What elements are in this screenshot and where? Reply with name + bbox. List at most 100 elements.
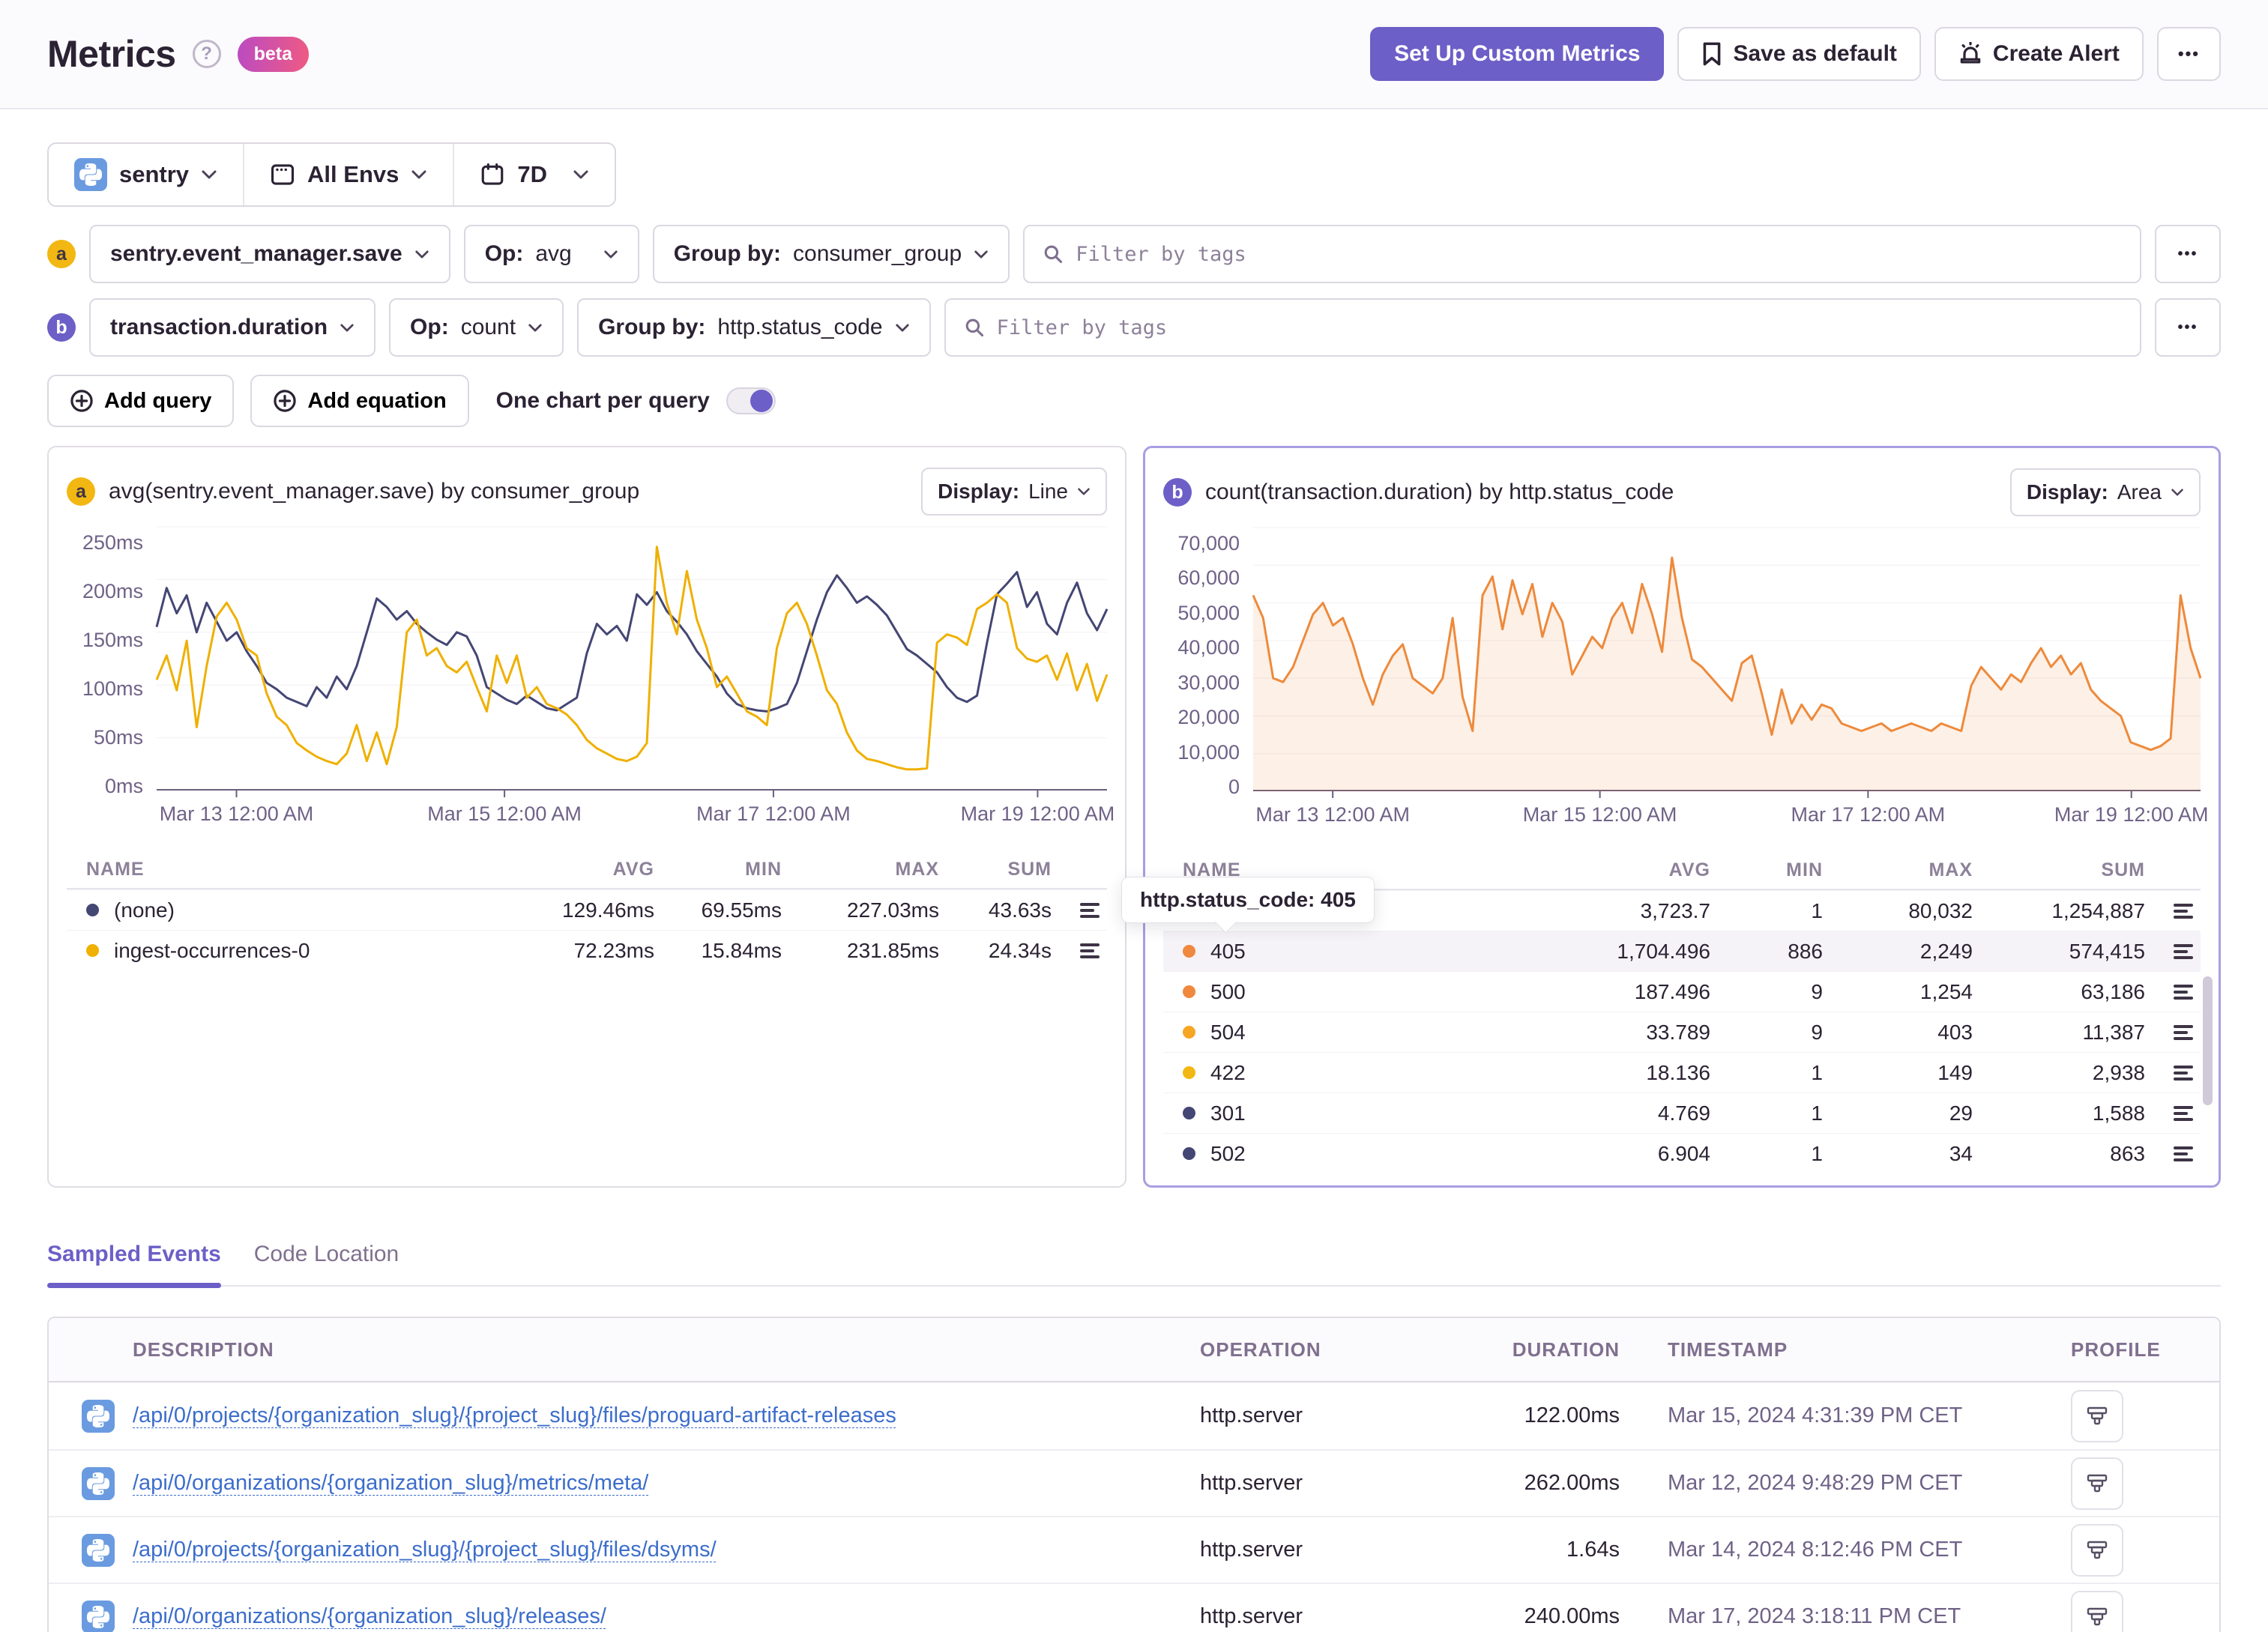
event-row: /api/0/organizations/{organization_slug}… [49, 1583, 2219, 1632]
tag-filter-input-b[interactable] [996, 315, 2122, 339]
summary-row-none[interactable]: (none) 129.46ms 69.55ms 227.03ms 43.63s [67, 889, 1107, 930]
groupby-select-a[interactable]: Group by: consumer_group [652, 225, 1010, 283]
create-alert-label: Create Alert [1992, 41, 2120, 66]
flamechart-icon [2087, 1474, 2108, 1492]
profile-button[interactable] [2071, 1590, 2123, 1632]
query-badge-a[interactable]: a [47, 240, 76, 268]
chart-b-title: count(transaction.duration) by http.stat… [1205, 480, 1674, 504]
row-options-icon[interactable] [2145, 982, 2201, 1002]
page-title: Metrics [47, 33, 176, 75]
groupby-label: Group by: [598, 315, 706, 339]
tag-filter-input-a[interactable] [1076, 242, 2122, 266]
date-range-selector[interactable]: 7D [453, 144, 615, 205]
query-badge-b[interactable]: b [47, 313, 76, 342]
environment-selector[interactable]: All Envs [243, 144, 453, 205]
chart-a-plot[interactable] [157, 527, 1107, 791]
chart-b-badge: b [1163, 478, 1192, 507]
op-select-b[interactable]: Op: count [389, 298, 564, 357]
op-label: Op: [484, 241, 524, 266]
table-scrollbar[interactable] [2203, 976, 2213, 1105]
toggle-knob [750, 390, 773, 412]
series-dot [86, 944, 99, 957]
summary-row-ingest[interactable]: ingest-occurrences-0 72.23ms 15.84ms 231… [67, 930, 1107, 970]
add-query-button[interactable]: Add query [47, 375, 235, 427]
metric-select-b[interactable]: transaction.duration [89, 298, 376, 357]
event-description-link[interactable]: /api/0/organizations/{organization_slug}… [133, 1471, 648, 1495]
header-overflow-button[interactable]: ••• [2156, 27, 2221, 81]
summary-row-500[interactable]: 500 187.496 9 1,254 63,186 [1163, 971, 2201, 1012]
add-query-label: Add query [104, 388, 212, 413]
chart-a-display-select[interactable]: Display: Line [921, 468, 1107, 516]
chevron-down-icon [411, 170, 426, 179]
tag-filter-a [1023, 225, 2141, 283]
row-options-icon[interactable] [2145, 942, 2201, 961]
chevron-down-icon [2171, 489, 2183, 496]
add-equation-button[interactable]: Add equation [250, 375, 469, 427]
help-icon[interactable]: ? [192, 40, 221, 68]
tab-sampled-events[interactable]: Sampled Events [47, 1242, 221, 1288]
summary-row-502[interactable]: 502 6.904 1 34 863 [1163, 1133, 2201, 1173]
row-options-icon[interactable] [1052, 941, 1107, 961]
series-dot [1183, 1066, 1195, 1079]
project-selector[interactable]: sentry [49, 144, 243, 205]
environment-icon [271, 164, 295, 185]
save-as-default-button[interactable]: Save as default [1677, 27, 1921, 81]
summary-row-422[interactable]: 422 18.136 1 149 2,938 [1163, 1052, 2201, 1092]
area-chart-b [1253, 528, 2201, 791]
chart-panel-b: b count(transaction.duration) by http.st… [1143, 446, 2221, 1188]
row-options-icon[interactable] [2145, 1023, 2201, 1042]
op-value: count [460, 315, 516, 339]
top-bar: Metrics ? beta Set Up Custom Metrics Sav… [0, 0, 2268, 109]
row-options-icon[interactable] [1052, 901, 1107, 920]
display-label: Display: [938, 480, 1020, 503]
query-actions-row: Add query Add equation One chart per que… [47, 375, 2221, 427]
profile-button[interactable] [2071, 1523, 2123, 1577]
event-description-link[interactable]: /api/0/projects/{organization_slug}/{pro… [133, 1538, 717, 1562]
setup-custom-metrics-button[interactable]: Set Up Custom Metrics [1370, 27, 1665, 81]
row-options-icon[interactable] [2145, 1144, 2201, 1164]
chart-a-title: avg(sentry.event_manager.save) by consum… [109, 479, 640, 504]
chart-panel-a: a avg(sentry.event_manager.save) by cons… [47, 446, 1127, 1188]
groupby-select-b[interactable]: Group by: http.status_code [577, 298, 931, 357]
event-operation: http.server [1200, 1538, 1303, 1562]
op-label: Op: [410, 315, 449, 339]
add-equation-label: Add equation [307, 388, 447, 413]
summary-row-301[interactable]: 301 4.769 1 29 1,588 [1163, 1092, 2201, 1133]
groupby-label: Group by: [673, 241, 782, 266]
profile-button[interactable] [2071, 1457, 2123, 1510]
profile-button[interactable] [2071, 1389, 2123, 1442]
query-b-overflow-button[interactable]: ••• [2155, 298, 2221, 357]
series-dot [86, 904, 99, 916]
chevron-down-icon [415, 250, 429, 258]
op-select-a[interactable]: Op: avg [463, 225, 639, 283]
python-project-icon [74, 158, 107, 191]
summary-row-405[interactable]: 405 1,704.496 886 2,249 574,415 [1163, 931, 2201, 971]
chart-b-display-select[interactable]: Display: Area [2009, 468, 2201, 516]
detail-tabs: Sampled Events Code Location [47, 1242, 2221, 1288]
python-platform-icon [82, 1600, 115, 1632]
summary-row-504[interactable]: 504 33.789 9 403 11,387 [1163, 1012, 2201, 1052]
chart-a-summary-table: NAME AVG MIN MAX SUM (none) 129.46ms 69.… [67, 850, 1107, 970]
event-duration: 122.00ms [1524, 1403, 1620, 1427]
tab-code-location[interactable]: Code Location [254, 1242, 399, 1285]
query-a-overflow-button[interactable]: ••• [2155, 225, 2221, 283]
event-description-link[interactable]: /api/0/organizations/{organization_slug}… [133, 1604, 606, 1628]
chevron-down-icon [202, 170, 217, 179]
row-options-icon[interactable] [2145, 1104, 2201, 1123]
beta-badge: beta [237, 36, 309, 72]
row-options-icon[interactable] [2145, 1063, 2201, 1083]
metric-select-a[interactable]: sentry.event_manager.save [89, 225, 450, 283]
row-options-icon[interactable] [2145, 901, 2201, 921]
chart-b-plot[interactable] [1253, 528, 2201, 791]
event-description-link[interactable]: /api/0/projects/{organization_slug}/{pro… [133, 1403, 896, 1427]
chart-b-y-axis: 70,000 60,000 50,000 40,000 30,000 20,000 1… [1177, 532, 1240, 798]
display-value: Area [2117, 480, 2162, 504]
chart-a-y-axis: 250ms 200ms 150ms 100ms 50ms 0ms [82, 531, 143, 797]
event-row: /api/0/projects/{organization_slug}/{pro… [49, 1516, 2219, 1583]
groupby-value: http.status_code [717, 315, 883, 339]
chart-a-x-axis: Mar 13 12:00 AM Mar 15 12:00 AM Mar 17 1… [159, 803, 1115, 825]
chevron-down-icon [340, 324, 354, 331]
one-chart-per-query-toggle[interactable] [726, 387, 776, 414]
line-chart-a [157, 527, 1107, 791]
create-alert-button[interactable]: Create Alert [1934, 27, 2144, 81]
